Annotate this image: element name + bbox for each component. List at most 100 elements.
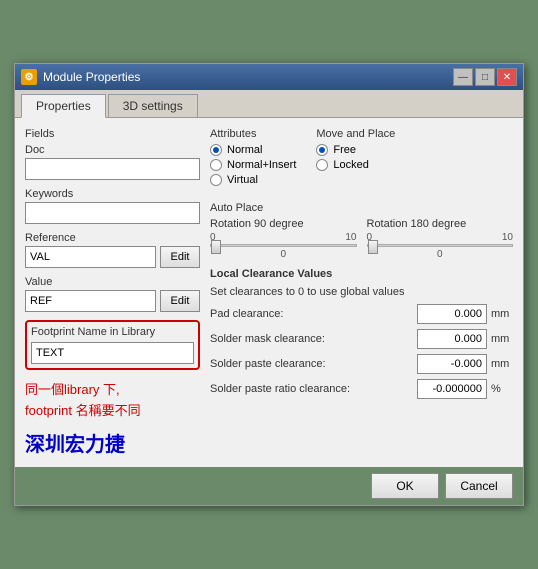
rotation-90-range: 0 10 xyxy=(210,232,357,243)
left-panel: Fields Doc Keywords Reference Edit xyxy=(25,128,200,457)
radio-locked-circle xyxy=(316,159,328,171)
ok-button[interactable]: OK xyxy=(371,473,439,499)
radio-free-circle xyxy=(316,144,328,156)
radio-free[interactable]: Free xyxy=(316,144,395,156)
radio-locked-label: Locked xyxy=(333,159,368,171)
doc-input[interactable] xyxy=(25,158,200,180)
rotation-90-value: 0 xyxy=(210,249,357,260)
attributes-radio-group: Normal Normal+Insert Virtual xyxy=(210,144,296,186)
maximize-button[interactable]: □ xyxy=(475,68,495,86)
doc-field-group: Doc xyxy=(25,144,200,180)
radio-free-label: Free xyxy=(333,144,356,156)
annotation-text: 同一個library 下, footprint 名稱要不同 xyxy=(25,380,200,422)
clearance-pad-label: Pad clearance: xyxy=(210,308,413,320)
bottom-bar: OK Cancel xyxy=(15,467,523,505)
rotation-90-label: Rotation 90 degree xyxy=(210,218,357,230)
tab-3d-settings[interactable]: 3D settings xyxy=(108,94,198,117)
reference-edit-button[interactable]: Edit xyxy=(160,246,200,268)
rotation-180-label: Rotation 180 degree xyxy=(367,218,514,230)
rotation-180-range: 0 10 xyxy=(367,232,514,243)
footprint-input[interactable] xyxy=(31,342,194,364)
rotation-180-thumb[interactable] xyxy=(368,240,378,254)
window-title: Module Properties xyxy=(43,70,140,84)
reference-field-group: Reference Edit xyxy=(25,232,200,268)
clearance-row-solder-mask: Solder mask clearance: mm xyxy=(210,329,513,349)
keywords-input[interactable] xyxy=(25,202,200,224)
tab-bar: Properties 3D settings xyxy=(15,90,523,118)
clearance-row-solder-paste-ratio: Solder paste ratio clearance: % xyxy=(210,379,513,399)
attributes-section: Attributes Normal Normal+Insert xyxy=(210,128,296,186)
move-place-radio-group: Free Locked xyxy=(316,144,395,171)
value-edit-button[interactable]: Edit xyxy=(160,290,200,312)
value-input-row: Edit xyxy=(25,290,200,312)
radio-normal-label: Normal xyxy=(227,144,262,156)
doc-label: Doc xyxy=(25,144,200,156)
local-clearance-subtitle: Set clearances to 0 to use global values xyxy=(210,286,513,298)
move-place-label: Move and Place xyxy=(316,128,395,140)
auto-place-label: Auto Place xyxy=(210,202,513,214)
clearance-pad-input[interactable] xyxy=(417,304,487,324)
local-clearance-title: Local Clearance Values xyxy=(210,268,513,280)
keywords-field-group: Keywords xyxy=(25,188,200,224)
radio-normal-insert-circle xyxy=(210,159,222,171)
title-controls: — □ ✕ xyxy=(453,68,517,86)
attributes-label: Attributes xyxy=(210,128,296,140)
rotation-180-value: 0 xyxy=(367,249,514,260)
rotation-180-group: Rotation 180 degree 0 10 0 xyxy=(367,218,514,260)
reference-input-row: Edit xyxy=(25,246,200,268)
annotation-line2: footprint 名稱要不同 xyxy=(25,401,200,422)
reference-label: Reference xyxy=(25,232,200,244)
radio-normal-insert-label: Normal+Insert xyxy=(227,159,296,171)
value-label: Value xyxy=(25,276,200,288)
clearance-solder-paste-ratio-input[interactable] xyxy=(417,379,487,399)
clearance-solder-paste-input[interactable] xyxy=(417,354,487,374)
keywords-label: Keywords xyxy=(25,188,200,200)
app-icon: ⚙ xyxy=(21,69,37,85)
close-button[interactable]: ✕ xyxy=(497,68,517,86)
radio-locked[interactable]: Locked xyxy=(316,159,395,171)
title-bar-left: ⚙ Module Properties xyxy=(21,69,140,85)
annotation-blue: 深圳宏力捷 xyxy=(25,428,200,457)
rotation-180-max: 10 xyxy=(502,232,513,243)
cancel-button[interactable]: Cancel xyxy=(445,473,513,499)
move-and-place-section: Move and Place Free Locked xyxy=(316,128,395,194)
reference-input[interactable] xyxy=(25,246,156,268)
module-properties-window: ⚙ Module Properties — □ ✕ Properties 3D … xyxy=(14,63,524,506)
footprint-label: Footprint Name in Library xyxy=(31,326,194,338)
clearance-solder-paste-label: Solder paste clearance: xyxy=(210,358,413,370)
fields-section-label: Fields xyxy=(25,128,200,140)
radio-normal-circle xyxy=(210,144,222,156)
rotation-90-group: Rotation 90 degree 0 10 0 xyxy=(210,218,357,260)
tab-properties[interactable]: Properties xyxy=(21,94,106,118)
minimize-button[interactable]: — xyxy=(453,68,473,86)
content-area: Fields Doc Keywords Reference Edit xyxy=(15,118,523,467)
clearance-solder-paste-unit: mm xyxy=(491,358,513,370)
annotation-line1: 同一個library 下, xyxy=(25,380,200,401)
clearance-pad-unit: mm xyxy=(491,308,513,320)
clearance-solder-mask-unit: mm xyxy=(491,333,513,345)
rotation-180-slider[interactable] xyxy=(367,244,514,247)
radio-virtual-label: Virtual xyxy=(227,174,258,186)
top-row: Attributes Normal Normal+Insert xyxy=(210,128,513,194)
clearance-row-solder-paste: Solder paste clearance: mm xyxy=(210,354,513,374)
window-body: Fields Doc Keywords Reference Edit xyxy=(15,118,523,505)
clearance-solder-mask-input[interactable] xyxy=(417,329,487,349)
slider-row: Rotation 90 degree 0 10 0 Rotation 18 xyxy=(210,218,513,260)
radio-virtual[interactable]: Virtual xyxy=(210,174,296,186)
title-bar: ⚙ Module Properties — □ ✕ xyxy=(15,64,523,90)
clearance-solder-paste-ratio-label: Solder paste ratio clearance: xyxy=(210,383,413,395)
footprint-group: Footprint Name in Library xyxy=(25,320,200,370)
value-field-group: Value Edit xyxy=(25,276,200,312)
radio-normal[interactable]: Normal xyxy=(210,144,296,156)
clearance-solder-mask-label: Solder mask clearance: xyxy=(210,333,413,345)
rotation-90-max: 10 xyxy=(345,232,356,243)
clearance-solder-paste-ratio-unit: % xyxy=(491,383,513,395)
value-input[interactable] xyxy=(25,290,156,312)
radio-normal-insert[interactable]: Normal+Insert xyxy=(210,159,296,171)
rotation-90-slider[interactable] xyxy=(210,244,357,247)
right-panel: Attributes Normal Normal+Insert xyxy=(210,128,513,457)
auto-place-section: Auto Place Rotation 90 degree 0 10 0 xyxy=(210,202,513,260)
local-clearance-section: Local Clearance Values Set clearances to… xyxy=(210,268,513,399)
rotation-90-thumb[interactable] xyxy=(211,240,221,254)
radio-virtual-circle xyxy=(210,174,222,186)
